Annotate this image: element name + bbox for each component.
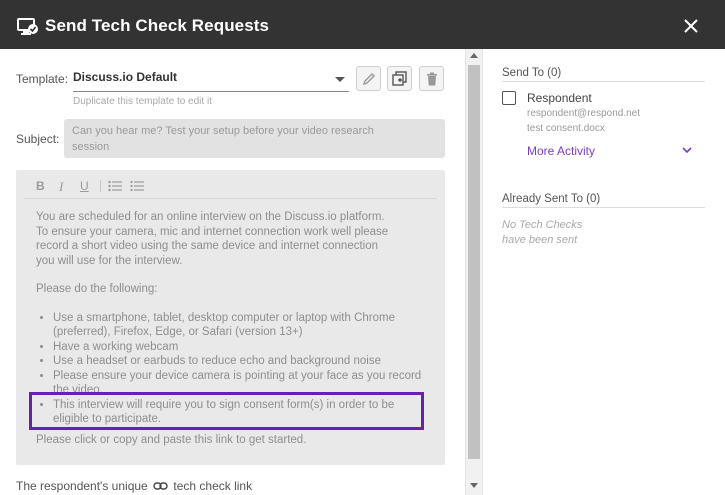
link-icon xyxy=(153,482,168,490)
italic-button[interactable]: I xyxy=(59,179,63,195)
already-sent-title: Already Sent To (0) xyxy=(502,193,601,205)
template-hint: Duplicate this template to edit it xyxy=(73,96,212,107)
template-select[interactable]: Discuss.io Default xyxy=(73,70,177,84)
scroll-up-icon[interactable] xyxy=(470,53,478,58)
intro-line: You are scheduled for an online intervie… xyxy=(36,211,385,223)
form-scrollbar[interactable] xyxy=(465,49,482,495)
dialog-title: Send Tech Check Requests xyxy=(45,16,270,35)
intro-paragraph: You are scheduled for an online intervie… xyxy=(36,210,422,268)
template-select-underline xyxy=(73,91,349,92)
send-to-divider xyxy=(502,81,705,82)
instructions-heading: Please do the following: xyxy=(36,283,158,295)
intro-line: record a short video using the same devi… xyxy=(36,240,379,252)
list-item: Use a smartphone, tablet, desktop comput… xyxy=(53,311,422,340)
list-item: Have a working webcam xyxy=(53,340,422,355)
pencil-icon xyxy=(362,72,375,85)
respondent-label: Respondent xyxy=(527,91,592,105)
scroll-down-icon[interactable] xyxy=(470,483,478,488)
edit-template-button[interactable] xyxy=(356,66,381,91)
delete-template-button[interactable] xyxy=(419,66,444,91)
already-sent-divider xyxy=(502,207,705,208)
send-to-title: Send To (0) xyxy=(502,67,562,79)
dialog-titlebar: Send Tech Check Requests xyxy=(0,0,725,49)
toolbar-divider xyxy=(100,180,101,192)
subject-line-2: session xyxy=(72,141,110,153)
footer-text-after: tech check link xyxy=(173,479,253,493)
more-activity-link[interactable]: More Activity xyxy=(527,144,595,158)
monitor-check-icon xyxy=(17,18,38,35)
subject-line-1: Can you hear me? Test your setup before … xyxy=(72,125,374,137)
empty-state-line-1: No Tech Checks xyxy=(502,219,583,231)
intro-line: To ensure your camera, mic and internet … xyxy=(36,225,389,238)
bullet-list-icon[interactable] xyxy=(108,180,122,192)
editor-toolbar: B I U xyxy=(16,170,445,198)
respondent-email: respondent@respond.net xyxy=(527,108,641,119)
empty-state-line-2: have been sent xyxy=(502,234,578,246)
footer-text-before: The respondent's unique xyxy=(16,479,148,493)
respondent-file: test consent.docx xyxy=(527,123,605,134)
request-form: Template: Discuss.io Default Duplicate t… xyxy=(0,49,465,495)
close-icon[interactable] xyxy=(682,17,700,35)
duplicate-icon xyxy=(392,71,407,86)
underline-button[interactable]: U xyxy=(80,179,89,193)
toolbar-separator xyxy=(24,198,437,199)
trash-icon xyxy=(426,72,437,85)
intro-line: you will use for the interview. xyxy=(36,254,183,267)
chevron-down-icon[interactable] xyxy=(681,145,693,155)
template-label: Template: xyxy=(16,72,69,86)
subject-label: Subject: xyxy=(16,132,60,146)
bold-button[interactable]: B xyxy=(36,179,45,193)
chevron-down-icon[interactable] xyxy=(335,77,345,82)
highlighted-consent-item xyxy=(29,392,424,430)
footer-text: The respondent's unique tech check link xyxy=(16,479,252,493)
closing-line: Please click or copy and paste this link… xyxy=(36,433,307,446)
recipients-panel: Send To (0) Respondent respondent@respon… xyxy=(482,49,725,495)
numbered-list-icon[interactable] xyxy=(130,180,144,192)
duplicate-template-button[interactable] xyxy=(387,66,412,91)
scrollbar-thumb[interactable] xyxy=(468,65,480,459)
respondent-checkbox[interactable] xyxy=(502,91,516,105)
list-item: Use a headset or earbuds to reduce echo … xyxy=(53,354,422,369)
subject-field[interactable]: Can you hear me? Test your setup before … xyxy=(64,119,445,158)
